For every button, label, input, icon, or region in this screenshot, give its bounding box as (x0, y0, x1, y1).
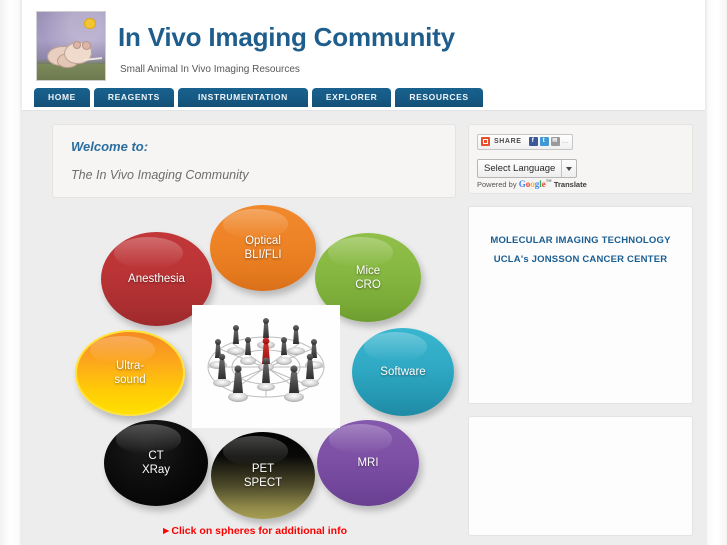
mouse-tail (83, 57, 103, 61)
share-label: SHARE (494, 138, 522, 145)
sidebar: SHARE f t ✉ … Select Language Powered by… (468, 124, 693, 536)
powered-by-text: Powered by (477, 180, 517, 189)
page-body: In Vivo Imaging Community Small Animal I… (22, 0, 705, 545)
google-wordmark: Google (518, 179, 546, 189)
sphere-mice-cro-label-line1: Mice (355, 264, 381, 277)
more-icon[interactable]: … (562, 138, 570, 145)
site-tagline: Small Animal In Vivo Imaging Resources (120, 64, 300, 75)
sphere-mice-cro-label-line2: CRO (355, 278, 381, 291)
promo-line-1: MOLECULAR IMAGING TECHNOLOGY (490, 235, 671, 246)
sphere-optical-label-line2: BLI/FLI (244, 249, 282, 261)
page-left-edge (0, 0, 22, 545)
welcome-subtitle: The In Vivo Imaging Community (71, 168, 249, 182)
sphere-ct-xray-label-line2: XRay (141, 464, 171, 476)
main-navigation: HOME REAGENTS INSTRUMENTATION EXPLORER R… (22, 85, 705, 111)
trademark-glyph: ™ (545, 179, 552, 186)
sphere-ultrasound-label-line1: Ultra- (115, 360, 145, 372)
powered-by-google-translate: Powered by Google™ Translate (477, 179, 587, 189)
sphere-ultrasound-label-line2: sound (114, 374, 146, 386)
email-icon[interactable]: ✉ (550, 137, 560, 146)
sphere-ct-xray-label-line1: CT (148, 450, 164, 462)
sphere-ultrasound[interactable]: Ultra- sound (75, 330, 185, 416)
sphere-pet-spect-label-line2: SPECT (243, 476, 283, 489)
twitter-icon[interactable]: t (539, 137, 549, 146)
people-network-icon (192, 305, 340, 428)
site-title: In Vivo Imaging Community (118, 22, 455, 52)
sphere-ct-xray[interactable]: CT XRay (104, 420, 208, 506)
sphere-mri-label: MRI (357, 457, 379, 469)
sidebar-promo-panel[interactable]: MOLECULAR IMAGING TECHNOLOGY UCLA's JONS… (468, 206, 693, 404)
language-select[interactable]: Select Language (477, 159, 578, 178)
sphere-anesthesia-label: Anesthesia (128, 273, 185, 285)
click-hint-text: ►Click on spheres for additional info (161, 525, 347, 537)
nav-item-home[interactable]: HOME (34, 88, 90, 107)
main-column: Welcome to: The In Vivo Imaging Communit… (52, 124, 456, 198)
sphere-optical-label-line1: Optical (245, 235, 281, 247)
nav-item-instrumentation[interactable]: INSTRUMENTATION (177, 88, 308, 107)
sphere-mri[interactable]: MRI (317, 420, 419, 506)
sphere-pet-spect[interactable]: PET SPECT (211, 432, 315, 519)
imaging-modalities-diagram: Anesthesia Optical BLI/FLI Mice CRO Ultr… (52, 200, 456, 545)
language-select-value: Select Language (484, 163, 556, 174)
welcome-panel: Welcome to: The In Vivo Imaging Communit… (52, 124, 456, 198)
welcome-title: Welcome to: (71, 139, 149, 154)
sidebar-share-translate-panel: SHARE f t ✉ … Select Language Powered by… (468, 124, 693, 194)
promo-line-2: UCLA's JONSSON CANCER CENTER (493, 254, 668, 265)
sun-icon (84, 18, 96, 29)
nav-item-resources[interactable]: RESOURCES (395, 88, 483, 107)
sphere-software-label: Software (380, 366, 426, 378)
page-right-edge (705, 0, 727, 545)
sidebar-empty-panel (468, 416, 693, 536)
sphere-software[interactable]: Software (352, 328, 454, 416)
site-logo-mice-icon[interactable] (36, 11, 106, 81)
sphere-optical[interactable]: Optical BLI/FLI (210, 205, 316, 291)
sphere-pet-spect-label-line1: PET (251, 462, 275, 475)
chevron-down-icon (561, 160, 576, 177)
translate-word: Translate (553, 180, 587, 189)
mouse-ear (82, 41, 91, 50)
nav-item-reagents[interactable]: REAGENTS (93, 88, 174, 107)
share-icon (481, 137, 490, 146)
site-header: In Vivo Imaging Community Small Animal I… (22, 0, 705, 85)
nav-item-explorer[interactable]: EXPLORER (311, 88, 392, 107)
mouse-ear (73, 41, 81, 49)
share-button[interactable]: SHARE f t ✉ … (477, 133, 574, 150)
facebook-icon[interactable]: f (528, 137, 538, 146)
browser-viewport: In Vivo Imaging Community Small Animal I… (0, 0, 727, 545)
